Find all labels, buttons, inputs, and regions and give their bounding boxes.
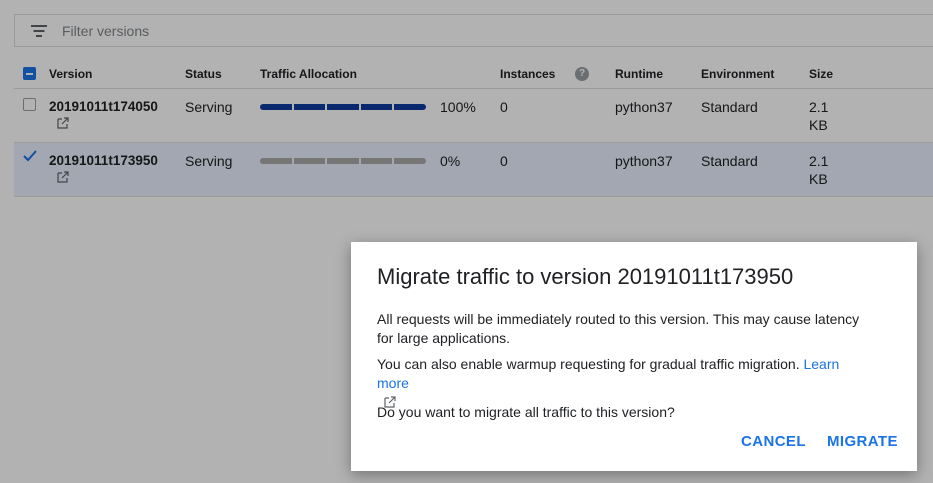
dialog-title: Migrate traffic to version 20191011t1739… [377,264,794,289]
migrate-button[interactable]: MIGRATE [827,433,898,450]
warmup-text: You can also enable warmup requesting fo… [377,356,800,372]
dialog-description: All requests will be immediately routed … [377,311,860,346]
migrate-traffic-dialog: Migrate traffic to version 20191011t1739… [351,242,917,471]
cancel-button[interactable]: CANCEL [741,433,806,450]
dialog-question: Do you want to migrate all traffic to th… [377,404,675,420]
